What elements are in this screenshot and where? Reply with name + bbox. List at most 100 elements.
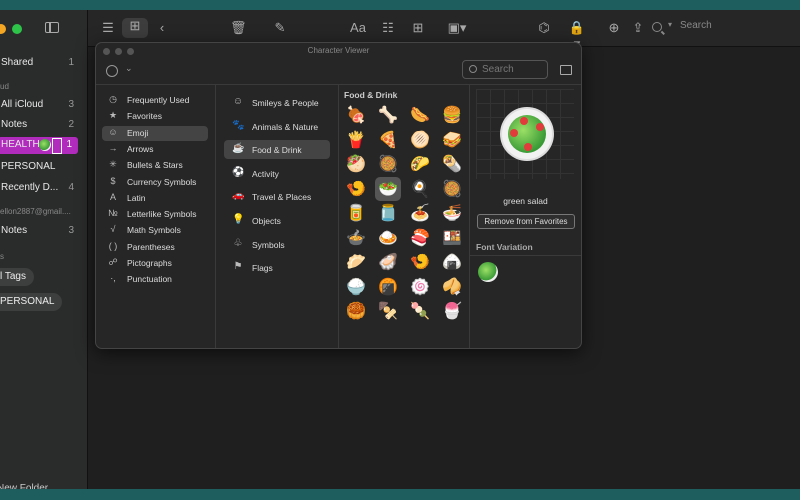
trash-icon[interactable]: 🗑 (230, 20, 247, 36)
emoji-cell[interactable]: 🍔 (439, 103, 465, 127)
compose-icon[interactable]: ✎ (272, 20, 288, 36)
emoji-category-food-drink[interactable]: ☕ Food & Drink (224, 140, 330, 160)
emoji-cell[interactable]: 🥫 (343, 201, 369, 225)
table-icon[interactable]: ⊞ (410, 20, 426, 36)
emoji-cell[interactable]: 🥘 (439, 177, 465, 201)
category-emoji[interactable]: ☺ Emoji (102, 125, 208, 141)
sidebar-item-health[interactable]: HEALTH 1 (0, 137, 78, 154)
category-favorites[interactable]: ★ Favorites (102, 109, 208, 124)
sidebar-item-all-icloud[interactable]: All iCloud 3 (0, 97, 80, 113)
category-pictographs[interactable]: ☍ Pictographs (102, 256, 208, 271)
category-letterlike-symbols[interactable]: № Letterlike Symbols (102, 207, 208, 222)
sidebar-item-label: Notes (1, 225, 28, 236)
emoji-cell[interactable]: 🍣 (407, 226, 433, 250)
media-icon[interactable]: ▣▾ (444, 20, 470, 36)
emoji-cell[interactable]: 🫓 (407, 128, 433, 152)
emoji-cell[interactable]: 🥟 (343, 250, 369, 274)
checklist-icon[interactable]: ☷ (380, 20, 396, 36)
sidebar-item-shared[interactable]: Shared 1 (0, 55, 80, 71)
sidebar-item-count: 1 (66, 139, 72, 150)
emoji-cell[interactable]: 🍘 (375, 275, 401, 299)
emoji-cell[interactable]: 🍖 (343, 103, 369, 127)
emoji-cell[interactable]: 🍝 (407, 201, 433, 225)
emoji-category-travel-places[interactable]: 🚗 Travel & Places (224, 187, 330, 206)
gallery-view-icon[interactable]: ⊞ (122, 18, 148, 38)
emoji-cell[interactable]: 🍕 (375, 128, 401, 152)
minimize-button[interactable] (0, 24, 6, 34)
zoom-button[interactable] (12, 24, 22, 34)
sidebar-item-personal[interactable]: PERSONAL (0, 159, 80, 175)
sidebar-item-recently-deleted[interactable]: Recently D... 4 (0, 180, 80, 196)
sidebar-item-label: Shared (1, 57, 34, 68)
emoji-cell[interactable]: 🌮 (407, 152, 433, 176)
category-label: Emoji (127, 127, 149, 138)
list-view-icon[interactable]: ☰ (100, 20, 116, 36)
emoji-category-label: Smileys & People (252, 98, 319, 108)
emoji-cell[interactable]: 🥙 (343, 152, 369, 176)
emoji-cell[interactable]: 🥠 (439, 275, 465, 299)
sidebar-item-count: 3 (68, 225, 74, 236)
character-search-field[interactable]: Search (462, 60, 548, 79)
action-menu-icon[interactable] (106, 65, 118, 77)
emoji-cell[interactable]: 🌯 (439, 152, 465, 176)
category-currency-symbols[interactable]: $ Currency Symbols (102, 175, 208, 190)
emoji-category-smileys-people[interactable]: ☺ Smileys & People (224, 93, 330, 112)
emoji-cell[interactable]: 🍱 (439, 226, 465, 250)
toolbar-search-field[interactable]: ▾ Search (652, 20, 790, 38)
emoji-cell[interactable]: 🍟 (343, 128, 369, 152)
category-latin[interactable]: A Latin (102, 191, 208, 206)
share-icon[interactable]: ⇪ (630, 20, 646, 36)
emoji-cell[interactable]: 🍤 (343, 177, 369, 201)
tag-personal[interactable]: PERSONAL (0, 293, 63, 311)
emoji-cell[interactable]: 🥪 (439, 128, 465, 152)
math-icon: √ (110, 224, 116, 235)
emoji-grid: Food & Drink 🍖 🦴 🌭 🍔 🍟 🍕 🫓 🥪 🥙 🥘 🌮 🌯 🍤 🥗 🍳 🥘 🥫 🫙 🍝 🍜 🍲 🍛 🍣 🍱 🥟 🦪 🍤… (339, 85, 470, 348)
emoji-cell[interactable]: 🍥 (407, 275, 433, 299)
emoji-cell[interactable]: 🍡 (407, 299, 433, 323)
collapse-view-icon[interactable] (560, 65, 572, 75)
lock-icon[interactable]: 🔒▾ (566, 20, 588, 51)
emoji-cell[interactable]: 🦪 (375, 250, 401, 274)
sidebar-item-notes[interactable]: Notes 2 (0, 117, 80, 133)
emoji-cell[interactable]: 🍛 (375, 226, 401, 250)
emoji-category-flags[interactable]: ⚑ Flags (224, 258, 330, 277)
emoji-cell[interactable]: 🍢 (375, 299, 401, 323)
sidebar-item-label: PERSONAL (1, 161, 56, 172)
emoji-cell[interactable]: 🍚 (343, 275, 369, 299)
emoji-category-objects[interactable]: 💡 Objects (224, 211, 330, 230)
category-parentheses[interactable]: ( ) Parentheses (102, 240, 208, 255)
emoji-category-symbols[interactable]: ♧ Symbols (224, 235, 330, 254)
remove-from-favorites-button[interactable]: Remove from Favorites (477, 214, 575, 229)
emoji-cell[interactable]: 🌭 (407, 103, 433, 127)
emoji-cell[interactable]: 🍳 (407, 177, 433, 201)
emoji-cell[interactable]: 🥮 (343, 299, 369, 323)
emoji-cell[interactable]: 🍙 (439, 250, 465, 274)
share-person-icon[interactable]: ⊕ (606, 20, 622, 36)
sidebar-toggle-icon[interactable] (45, 22, 59, 33)
format-text-icon[interactable]: Aa (348, 20, 368, 36)
category-math-symbols[interactable]: √ Math Symbols (102, 223, 208, 238)
emoji-cell[interactable]: 🫙 (375, 201, 401, 225)
character-viewer-panel: Character Viewer ⌄ Search ◷ Frequently Us… (95, 42, 582, 349)
category-arrows[interactable]: → Arrows (102, 142, 208, 157)
emoji-cell[interactable]: 🥘 (375, 152, 401, 176)
back-chevron-icon[interactable]: ‹ (154, 20, 170, 36)
clock-icon: ◷ (109, 94, 117, 104)
category-bullets-stars[interactable]: ✳ Bullets & Stars (102, 158, 208, 173)
emoji-cell[interactable]: 🍧 (439, 299, 465, 323)
category-label: Math Symbols (127, 225, 181, 236)
emoji-category-animals-nature[interactable]: 🐾 Animals & Nature (224, 117, 330, 136)
emoji-cell[interactable]: 🍲 (343, 226, 369, 250)
chevron-down-icon[interactable]: ⌄ (125, 63, 133, 74)
sidebar-item-account-notes[interactable]: Notes 3 (0, 223, 80, 239)
emoji-cell[interactable]: 🍤 (407, 250, 433, 274)
collaborate-icon[interactable]: ⌬ (536, 20, 552, 36)
font-variation-salad-icon[interactable] (478, 262, 498, 282)
emoji-cell[interactable]: 🥗 (375, 176, 401, 201)
category-frequently-used[interactable]: ◷ Frequently Used (102, 93, 208, 108)
category-punctuation[interactable]: ·, Punctuation (102, 272, 208, 287)
emoji-cell[interactable]: 🦴 (375, 103, 401, 127)
emoji-cell[interactable]: 🍜 (439, 201, 465, 225)
tag-all-tags[interactable]: l Tags (0, 268, 34, 286)
emoji-category-activity[interactable]: ⚽ Activity (224, 164, 330, 183)
